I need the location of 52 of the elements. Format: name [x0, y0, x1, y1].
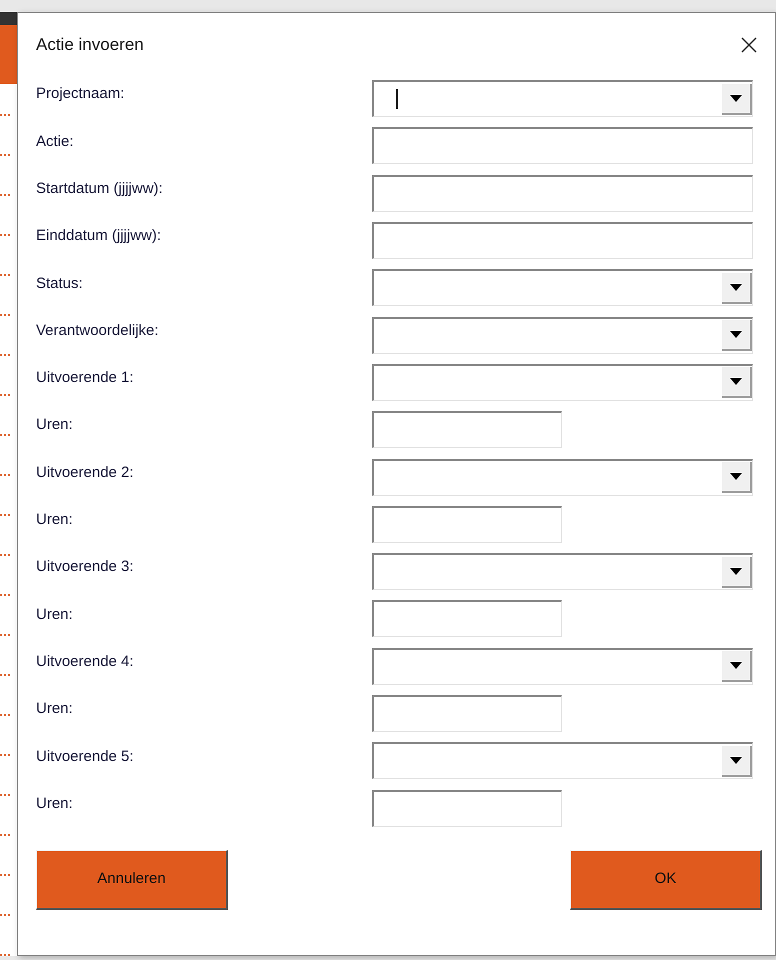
- field-label: Uren:: [36, 794, 74, 814]
- input-field[interactable]: [372, 695, 562, 732]
- caret-icon: [730, 331, 742, 338]
- caret-icon: [730, 756, 742, 764]
- input-field[interactable]: [372, 174, 753, 212]
- caret-icon: [730, 568, 742, 575]
- field-label: Uren:: [36, 604, 74, 625]
- cancel-button[interactable]: Annuleren: [36, 850, 228, 910]
- dropdown-button[interactable]: [722, 272, 752, 304]
- caret-icon: [730, 284, 742, 291]
- field-label: Uitvoerende 5:: [36, 746, 135, 767]
- dropdown-button[interactable]: [722, 320, 752, 352]
- input-field[interactable]: [372, 600, 562, 638]
- field-label: Uren:: [36, 510, 74, 530]
- dropdown-field[interactable]: [372, 269, 753, 306]
- input-field[interactable]: [372, 411, 562, 448]
- dropdown-field[interactable]: [372, 742, 753, 780]
- dropdown-field[interactable]: [372, 364, 753, 401]
- field-label: Einddatum (jjjjww):: [36, 226, 162, 246]
- field-label: Uitvoerende 4:: [36, 652, 135, 672]
- input-field[interactable]: [372, 506, 562, 543]
- window-title: Actie invoeren: [36, 34, 144, 56]
- dropdown-button[interactable]: [722, 651, 752, 682]
- input-field[interactable]: [372, 127, 753, 164]
- caret-icon: [730, 662, 742, 670]
- input-field[interactable]: [372, 222, 753, 260]
- field-label: Status:: [36, 274, 84, 294]
- dropdown-field[interactable]: [372, 553, 753, 590]
- field-label: Uitvoerende 1:: [36, 368, 135, 388]
- caret-icon: [730, 473, 742, 480]
- field-label: Uitvoerende 2:: [36, 462, 135, 483]
- caret-icon: [730, 378, 742, 386]
- field-label: Projectnaam:: [36, 84, 126, 104]
- dropdown-button[interactable]: [722, 367, 752, 398]
- dropdown-button[interactable]: [722, 556, 752, 588]
- dropdown-field[interactable]: [372, 648, 753, 685]
- field-label: Actie:: [36, 132, 75, 152]
- input-field[interactable]: [372, 790, 562, 827]
- caret-icon: [730, 94, 742, 102]
- dropdown-field[interactable]: [372, 458, 753, 496]
- dropdown-button[interactable]: [722, 462, 752, 494]
- dropdown-button[interactable]: [722, 84, 752, 115]
- dropdown-button[interactable]: [722, 746, 752, 777]
- dropdown-field[interactable]: [372, 316, 753, 354]
- close-icon: [741, 37, 757, 53]
- field-label: Uren:: [36, 415, 74, 436]
- field-label: Startdatum (jjjjww):: [36, 178, 164, 199]
- field-label: Uren:: [36, 699, 74, 720]
- field-label: Verantwoordelijke:: [36, 320, 160, 341]
- dropdown-field[interactable]: [372, 80, 753, 118]
- field-label: Uitvoerende 3:: [36, 557, 135, 578]
- ok-button[interactable]: OK: [570, 850, 762, 910]
